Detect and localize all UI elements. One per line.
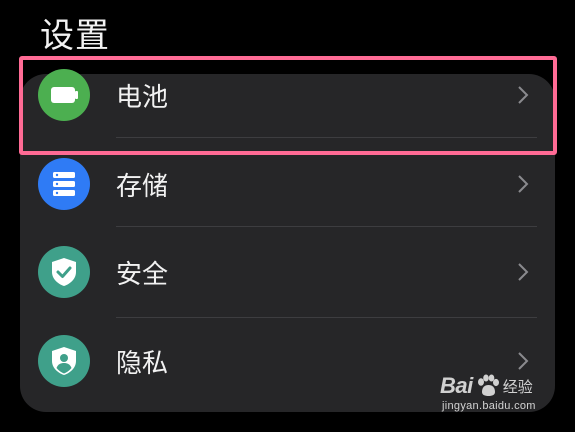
- baidu-jingyan-watermark: Bai 经验 jingyan.baidu.com: [440, 372, 558, 416]
- storage-icon: [38, 158, 90, 210]
- battery-icon: [38, 69, 90, 121]
- settings-item-label: 隐私: [116, 349, 169, 379]
- chevron-right-icon: [518, 175, 529, 193]
- watermark-brand-suffix: 经验: [502, 377, 533, 396]
- settings-item-battery[interactable]: 电池: [20, 52, 555, 138]
- chevron-right-icon: [518, 263, 529, 281]
- chevron-right-icon: [518, 86, 529, 104]
- watermark-url: jingyan.baidu.com: [442, 400, 536, 412]
- chevron-right-icon: [518, 352, 529, 370]
- shield-check-icon: [38, 246, 90, 298]
- row-divider: [116, 226, 537, 227]
- settings-item-label: 安全: [116, 260, 169, 290]
- row-divider: [116, 137, 537, 138]
- watermark-brand: Bai: [440, 373, 473, 398]
- settings-screen: 设置 电池 存储 安全 隐私 Bai 经验 jingyan.baidu.com: [0, 0, 575, 432]
- privacy-shield-icon: [38, 335, 90, 387]
- settings-list: 电池 存储 安全 隐私: [20, 69, 555, 412]
- settings-item-label: 存储: [116, 172, 169, 202]
- page-title: 设置: [40, 16, 110, 56]
- paw-icon: [477, 374, 499, 396]
- settings-item-storage[interactable]: 存储: [20, 140, 555, 227]
- settings-item-label: 电池: [116, 83, 169, 113]
- settings-item-security[interactable]: 安全: [20, 229, 555, 318]
